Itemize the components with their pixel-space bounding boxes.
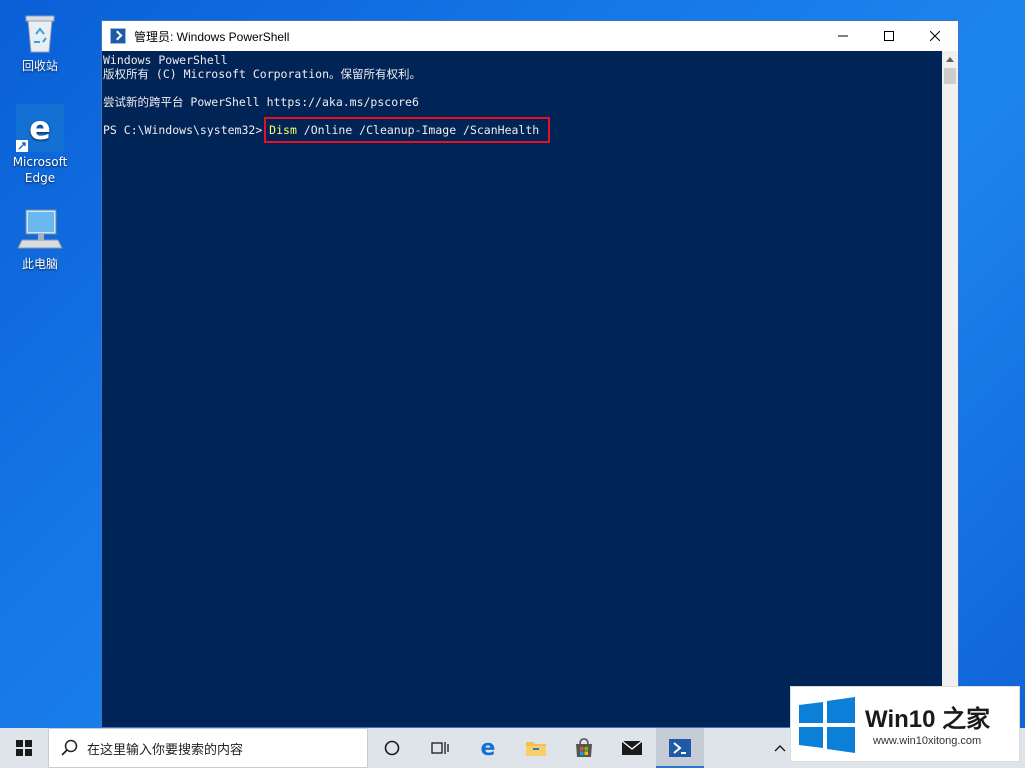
svg-text:e: e (29, 109, 51, 147)
mail-envelope-icon (621, 740, 643, 755)
recycle-bin-icon (16, 8, 64, 56)
command-highlight-box (264, 117, 550, 143)
computer-icon (16, 206, 64, 254)
svg-text:e: e (481, 737, 496, 759)
close-button[interactable] (912, 21, 958, 51)
powershell-icon (669, 739, 691, 757)
desktop-icon-edge[interactable]: e Microsoft Edge (6, 104, 74, 186)
folder-icon (526, 742, 546, 756)
taskbar-edge-button[interactable]: e (464, 728, 512, 768)
start-button[interactable] (0, 728, 48, 768)
search-placeholder: 在这里输入你要搜索的内容 (87, 741, 244, 757)
powershell-icon (110, 28, 126, 44)
cortana-circle-icon (384, 740, 400, 756)
maximize-icon (884, 31, 894, 41)
close-icon (930, 31, 940, 41)
task-view-button[interactable] (416, 728, 464, 768)
desktop-icon-label: 此电脑 (21, 257, 58, 271)
edge-icon: e (16, 104, 64, 152)
desktop-icon-label: Microsoft Edge (12, 155, 68, 185)
scrollbar-thumb[interactable] (944, 68, 956, 84)
windows-logo-icon (16, 740, 32, 756)
console-output[interactable]: Windows PowerShell 版权所有 (C) Microsoft Co… (102, 51, 942, 727)
chevron-up-icon (946, 57, 954, 62)
title-bar[interactable]: 管理员: Windows PowerShell (102, 21, 958, 51)
file-explorer-button[interactable] (512, 728, 560, 768)
mail-button[interactable] (608, 728, 656, 768)
minimize-button[interactable] (820, 21, 866, 51)
search-icon (61, 739, 78, 756)
task-view-icon (431, 742, 449, 754)
taskbar-search-box[interactable]: 在这里输入你要搜索的内容 (48, 728, 368, 768)
microsoft-store-button[interactable] (560, 728, 608, 768)
console-line: Windows PowerShell (103, 53, 228, 67)
windows-logo-icon (797, 697, 857, 753)
desktop-icon-this-pc[interactable]: 此电脑 (6, 206, 74, 272)
watermark-url: www.win10xitong.com (873, 735, 982, 747)
prompt-text: PS C:\Windows\system32> (103, 123, 270, 137)
watermark-brand: Win10 之家 (865, 706, 991, 733)
window-title: 管理员: Windows PowerShell (134, 29, 290, 44)
scroll-up-button[interactable] (942, 51, 958, 68)
desktop-icon-label: 回收站 (21, 59, 58, 73)
console-line: 尝试新的跨平台 PowerShell https://aka.ms/pscore… (103, 95, 419, 109)
console-line: 版权所有 (C) Microsoft Corporation。保留所有权利。 (103, 67, 422, 81)
watermark-logo: Win10 之家 www.win10xitong.com (790, 686, 1020, 762)
vertical-scrollbar[interactable] (942, 51, 958, 727)
edge-icon: e (481, 737, 496, 759)
cortana-button[interactable] (368, 728, 416, 768)
chevron-up-icon (774, 745, 786, 752)
minimize-icon (838, 35, 848, 37)
maximize-button[interactable] (866, 21, 912, 51)
powershell-window[interactable]: 管理员: Windows PowerShell Windows PowerShe… (101, 20, 959, 728)
taskbar-powershell-button[interactable] (656, 728, 704, 768)
desktop-icon-recycle-bin[interactable]: 回收站 (6, 8, 74, 74)
store-bag-icon (576, 738, 592, 757)
